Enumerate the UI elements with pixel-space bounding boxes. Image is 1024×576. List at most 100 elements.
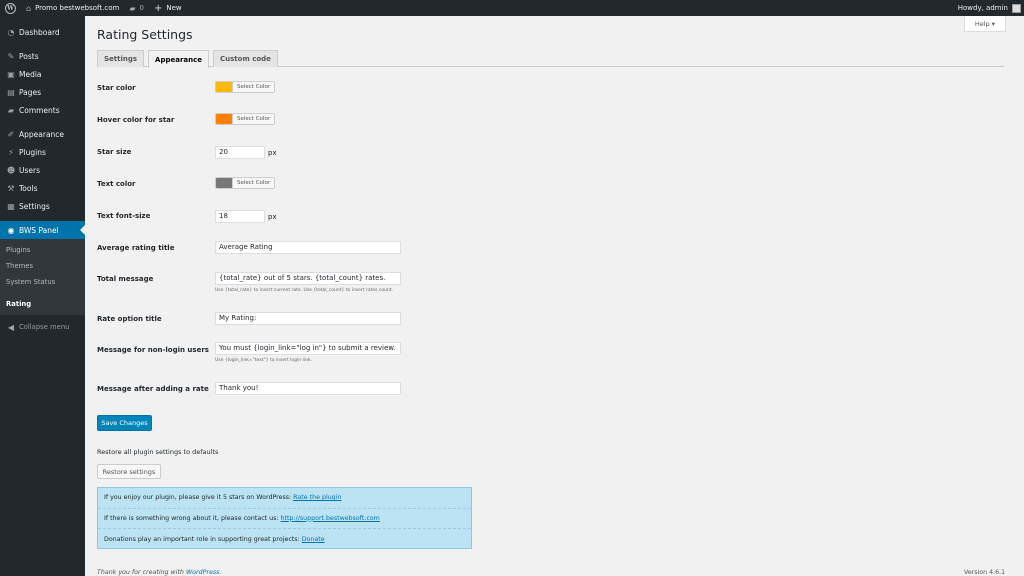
wordpress-logo-icon: W	[5, 2, 16, 14]
tab-custom-code[interactable]: Custom code	[213, 50, 278, 67]
sidebar-item-pages[interactable]: ▤ Pages	[0, 83, 85, 101]
text-color-picker[interactable]: Select Color	[215, 177, 276, 189]
dashboard-icon: ◔	[7, 27, 15, 37]
non-login-message-input[interactable]: You must {login_link="log in"} to submit…	[215, 342, 401, 355]
notice-support-line: If there is something wrong about it, pl…	[98, 509, 471, 529]
restore-settings-button[interactable]: Restore settings	[97, 464, 161, 479]
sidebar-item-bws-panel[interactable]: ◉ BWS Panel	[0, 221, 85, 239]
collapse-icon: ◀	[7, 322, 15, 332]
sidebar-item-label: Settings	[19, 201, 50, 211]
howdy-text: Howdy, admin	[957, 4, 1008, 12]
tab-settings[interactable]: Settings	[97, 50, 145, 67]
donate-link[interactable]: Donate	[302, 536, 325, 543]
notice-support-text: If there is something wrong about it, pl…	[104, 514, 279, 522]
wp-logo-menu[interactable]: W	[0, 0, 21, 16]
after-rate-message-label: Message after adding a rate	[97, 385, 209, 393]
sidebar-item-plugins[interactable]: ⚡ Plugins	[0, 143, 85, 161]
sidebar-item-appearance[interactable]: ✐ Appearance	[0, 125, 85, 143]
text-color-label: Text color	[97, 180, 136, 188]
star-color-label: Star color	[97, 84, 136, 92]
star-size-input[interactable]: 20	[215, 146, 265, 159]
comment-icon: ▰	[129, 3, 136, 13]
sidebar-item-media[interactable]: ▣ Media	[0, 65, 85, 83]
comment-icon: ▰	[7, 105, 15, 115]
sidebar-item-label: Comments	[19, 105, 60, 115]
notice-donate-text: Donations play an important role in supp…	[104, 535, 300, 543]
sidebar-item-users[interactable]: ☻ Users	[0, 161, 85, 179]
plus-icon: +	[153, 2, 163, 14]
sidebar-item-label: Media	[19, 69, 42, 79]
select-color-label: Select Color	[232, 82, 275, 92]
text-color-swatch	[216, 178, 232, 188]
submenu-item-themes[interactable]: Themes	[0, 258, 85, 274]
settings-tabs: Settings Appearance Custom code	[97, 50, 1004, 68]
collapse-menu-button[interactable]: ◀ Collapse menu	[0, 318, 85, 336]
footer-thanks: Thank you for creating with WordPress.	[97, 569, 221, 576]
sidebar-item-tools[interactable]: ⚒ Tools	[0, 179, 85, 197]
bws-submenu: Plugins Themes System Status Rating	[0, 239, 85, 315]
sidebar-item-posts[interactable]: ✎ Posts	[0, 47, 85, 65]
star-color-swatch	[216, 82, 232, 92]
after-rate-message-input[interactable]: Thank you!	[215, 382, 401, 395]
submenu-item-plugins[interactable]: Plugins	[0, 242, 85, 258]
notice-donate-line: Donations play an important role in supp…	[98, 529, 471, 550]
sidebar-item-label: BWS Panel	[19, 225, 59, 235]
tab-appearance[interactable]: Appearance	[148, 50, 210, 68]
rate-plugin-link[interactable]: Rate the plugin	[293, 494, 341, 501]
bws-logo-icon: ◉	[7, 225, 15, 235]
hover-color-label: Hover color for star	[97, 116, 175, 124]
admin-bar: W ⌂ Promo bestwebsoft.com ▰ 0 + New Howdy, …	[0, 0, 1024, 16]
sidebar-item-label: Tools	[19, 183, 38, 193]
sidebar-item-comments[interactable]: ▰ Comments	[0, 101, 85, 119]
plugin-icon: ⚡	[8, 147, 14, 157]
notice-rate-line: If you enjoy our plugin, please give it …	[98, 488, 471, 509]
new-content-link[interactable]: + New	[149, 0, 187, 16]
total-message-description: Use {total_rate} to insert current rate.…	[215, 288, 394, 293]
average-title-label: Average rating title	[97, 244, 175, 252]
page-title: Rating Settings	[97, 27, 193, 42]
non-login-message-field-wrap: You must {login_link="log in"} to submit…	[215, 342, 401, 363]
submenu-item-system-status[interactable]: System Status	[0, 274, 85, 290]
hover-color-picker[interactable]: Select Color	[215, 113, 276, 125]
select-color-label: Select Color	[232, 178, 275, 188]
sidebar-item-label: Appearance	[19, 129, 65, 139]
support-link[interactable]: http://support.bestwebsoft.com	[281, 515, 380, 522]
non-login-message-label: Message for non-login users	[97, 346, 209, 354]
pages-icon: ▤	[7, 87, 15, 97]
avatar	[1012, 3, 1021, 13]
settings-icon: ▦	[7, 201, 15, 211]
sidebar-item-label: Posts	[19, 51, 39, 61]
admin-sidebar: ◔ Dashboard ✎ Posts ▣ Media ▤ Pages ▰ Comment…	[0, 16, 85, 576]
average-title-input[interactable]: Average Rating	[215, 241, 401, 254]
sidebar-item-dashboard[interactable]: ◔ Dashboard	[0, 23, 85, 41]
new-label: New	[166, 4, 182, 12]
rate-option-title-input[interactable]: My Rating:	[215, 312, 401, 325]
non-login-message-description: Use {login_link="text"} to insert login …	[215, 358, 312, 363]
save-changes-button[interactable]: Save Changes	[97, 415, 152, 431]
submenu-item-rating[interactable]: Rating	[0, 296, 85, 312]
media-icon: ▣	[7, 69, 15, 79]
footer-version: Version 4.6.1	[964, 569, 1006, 576]
wordpress-link[interactable]: WordPress.	[186, 569, 222, 576]
comments-link[interactable]: ▰ 0	[124, 0, 149, 16]
text-font-size-input[interactable]: 18	[215, 210, 265, 223]
sidebar-item-settings[interactable]: ▦ Settings	[0, 197, 85, 215]
rate-option-title-label: Rate option title	[97, 315, 162, 323]
comments-count: 0	[139, 4, 144, 12]
text-font-size-unit: px	[268, 212, 277, 221]
star-size-field-wrap: 20 px	[215, 146, 277, 159]
collapse-menu-label: Collapse menu	[19, 323, 70, 331]
star-color-picker[interactable]: Select Color	[215, 81, 276, 93]
pin-icon: ✎	[7, 51, 15, 61]
text-font-size-label: Text font-size	[97, 212, 151, 220]
restore-description: Restore all plugin settings to defaults	[97, 448, 219, 456]
site-name-link[interactable]: ⌂ Promo bestwebsoft.com	[21, 0, 124, 16]
total-message-input[interactable]: {total_rate} out of 5 stars. {total_coun…	[215, 272, 401, 285]
notice-rate-text: If you enjoy our plugin, please give it …	[104, 494, 292, 502]
star-size-label: Star size	[97, 148, 132, 156]
total-message-field-wrap: {total_rate} out of 5 stars. {total_coun…	[215, 272, 401, 293]
sidebar-item-label: Pages	[19, 87, 42, 97]
text-font-size-field-wrap: 18 px	[215, 210, 277, 223]
main-content: Rating Settings Settings Appearance Cust…	[97, 26, 1007, 549]
my-account-menu[interactable]: Howdy, admin	[953, 0, 1024, 16]
